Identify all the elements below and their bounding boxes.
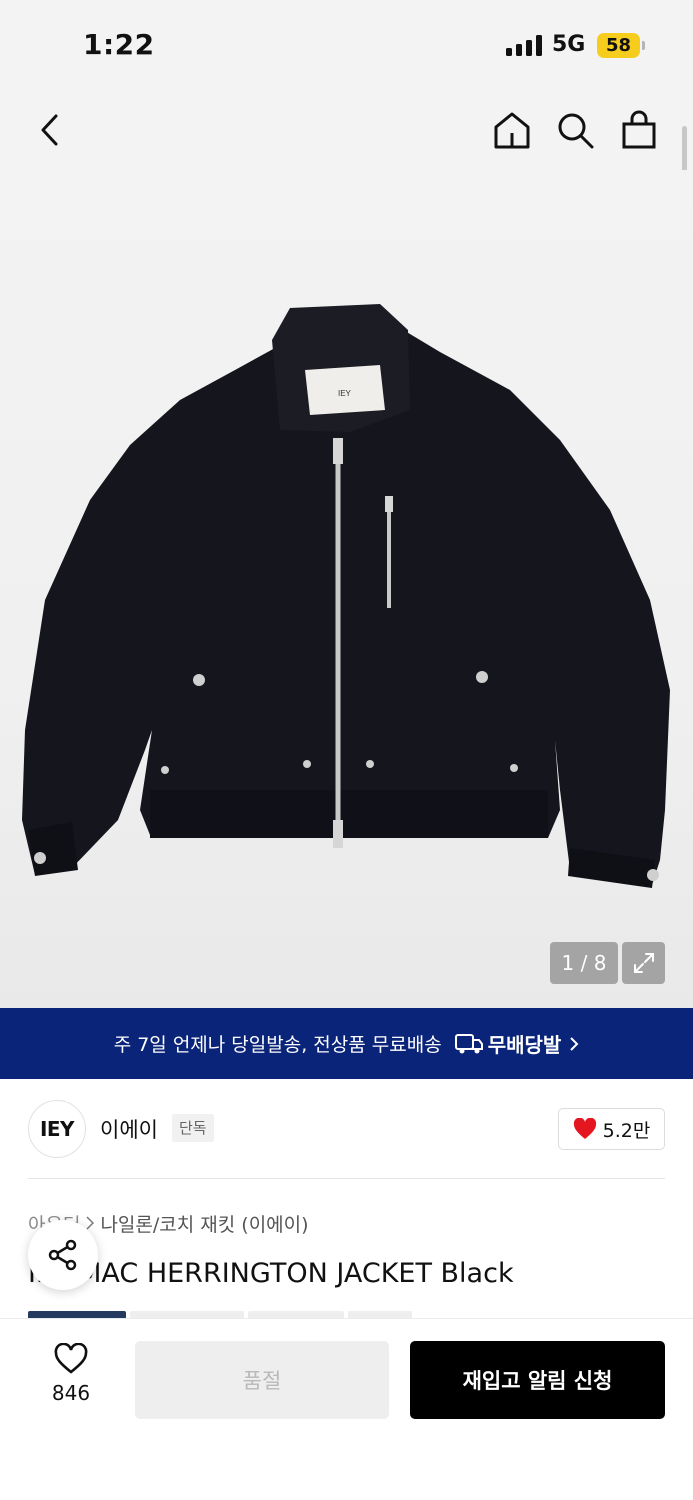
- home-icon[interactable]: [490, 108, 534, 152]
- image-counter: 1 / 8: [550, 942, 618, 984]
- share-icon: [48, 1239, 77, 1271]
- battery-tip: [642, 41, 645, 50]
- bottom-action-bar: 846 품절 재입고 알림 신청: [0, 1318, 693, 1500]
- status-bar: 1:22 5G 58: [0, 0, 693, 92]
- jacket-image: IEY: [22, 304, 670, 888]
- wishlist-count: 846: [51, 1381, 91, 1405]
- nav-bar: [0, 92, 693, 170]
- heart-outline-icon: [54, 1342, 88, 1374]
- brand-like-count: 5.2만: [602, 1119, 651, 1142]
- status-time: 1:22: [83, 28, 155, 61]
- chevron-right-icon: [569, 1036, 579, 1052]
- product-image-gallery[interactable]: IEY: [0, 170, 693, 1008]
- heart-filled-icon: [573, 1118, 596, 1139]
- restock-alert-button[interactable]: 재입고 알림 신청: [410, 1341, 665, 1419]
- chevron-left-icon[interactable]: [28, 108, 72, 152]
- brand-name[interactable]: 이에이: [100, 1114, 158, 1144]
- exclusive-badge: 단독: [172, 1114, 214, 1142]
- network-type: 5G: [552, 32, 586, 57]
- delivery-banner-text: 주 7일 언제나 당일발송, 전상품 무료배송: [113, 1034, 442, 1056]
- battery-icon: 58: [597, 33, 640, 58]
- delivery-banner[interactable]: 주 7일 언제나 당일발송, 전상품 무료배송 무배당발: [0, 1008, 693, 1079]
- divider: [28, 1178, 665, 1179]
- brand-logo[interactable]: IEY: [28, 1100, 86, 1158]
- product-title: IEY MAC HERRINGTON JACKET Black: [28, 1258, 514, 1289]
- breadcrumb-subcategory[interactable]: 나일론/코치 재킷 (이에이): [100, 1210, 308, 1237]
- jacket-label-text: IEY: [338, 389, 352, 398]
- signal-icon: [506, 34, 544, 56]
- search-icon[interactable]: [553, 108, 597, 152]
- soldout-button: 품절: [135, 1341, 389, 1419]
- delivery-brand: 무배당발: [487, 1033, 562, 1057]
- brand-like-button[interactable]: 5.2만: [558, 1108, 665, 1150]
- bag-icon[interactable]: [617, 108, 661, 152]
- delivery-truck-icon: [454, 1032, 484, 1056]
- brand-row: IEY 이에이 단독 5.2만: [28, 1100, 665, 1158]
- share-button[interactable]: [28, 1220, 98, 1290]
- wishlist-button[interactable]: 846: [36, 1342, 106, 1405]
- expand-icon[interactable]: [622, 942, 665, 984]
